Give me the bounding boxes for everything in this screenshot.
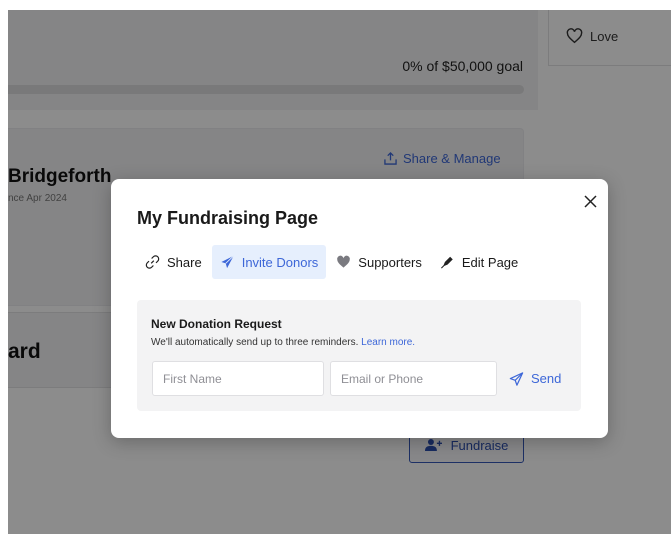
donation-request-panel: New Donation Request We'll automatically… [137, 300, 581, 411]
close-icon [583, 194, 597, 208]
tab-supporters[interactable]: Supporters [328, 245, 430, 279]
request-subtitle-text: We'll automatically send up to three rem… [151, 337, 359, 348]
tab-invite-donors-label: Invite Donors [241, 254, 319, 270]
tab-edit-page-label: Edit Page [461, 254, 519, 270]
send-icon [509, 371, 524, 386]
modal-title: My Fundraising Page [137, 208, 319, 228]
request-subtitle: We'll automatically send up to three rem… [151, 337, 415, 348]
link-icon [145, 255, 160, 269]
page-top-edge [0, 0, 671, 10]
modal-tabs: Share Invite Donors Supporters Edit Page [137, 245, 528, 279]
heart-icon [337, 255, 351, 268]
send-label: Send [531, 371, 562, 386]
page-left-edge [0, 0, 8, 534]
tab-supporters-label: Supporters [358, 254, 422, 270]
tab-share-label: Share [167, 254, 202, 270]
fundraising-page-modal: My Fundraising Page Share Invite Donors … [111, 179, 608, 438]
tab-edit-page[interactable]: Edit Page [432, 245, 526, 279]
learn-more-link[interactable]: Learn more. [361, 337, 415, 348]
tab-share[interactable]: Share [137, 245, 210, 279]
tab-invite-donors[interactable]: Invite Donors [211, 245, 327, 279]
email-phone-input[interactable] [330, 361, 497, 396]
paper-plane-icon [221, 255, 234, 269]
request-title: New Donation Request [151, 317, 282, 331]
close-button[interactable] [581, 192, 599, 210]
first-name-input[interactable] [152, 361, 324, 396]
pen-icon [440, 256, 453, 269]
send-button[interactable]: Send [509, 361, 561, 396]
